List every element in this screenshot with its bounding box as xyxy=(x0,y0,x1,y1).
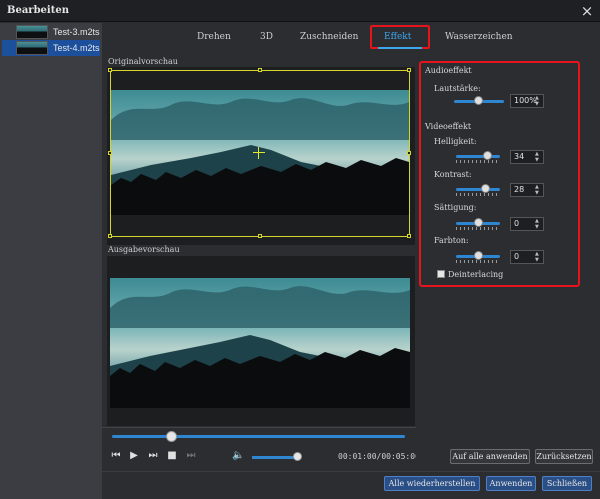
volume-handle[interactable] xyxy=(293,452,302,461)
crop-handle[interactable] xyxy=(407,151,411,155)
contrast-label: Kontrast: xyxy=(434,170,472,179)
video-effect-group: Videoeffekt xyxy=(425,122,472,131)
file-item[interactable]: Test-3.m2ts xyxy=(2,24,100,40)
end-icon[interactable]: ⏭ xyxy=(185,450,197,462)
stop-icon[interactable]: ■ xyxy=(166,450,178,462)
hue-value-spinner[interactable]: 0 ▲ ▼ xyxy=(510,250,544,264)
slider-ticks xyxy=(456,227,500,230)
seek-bar[interactable] xyxy=(112,435,405,438)
saturation-handle[interactable] xyxy=(474,218,483,227)
crop-handle[interactable] xyxy=(258,234,262,238)
slider-ticks xyxy=(456,193,500,196)
output-video-frame xyxy=(110,278,410,408)
original-preview-label: Originalvorschau xyxy=(108,57,178,66)
video-thumbnail xyxy=(16,41,48,55)
brightness-label: Helligkeit: xyxy=(434,137,477,146)
close-icon[interactable]: × xyxy=(578,2,596,20)
timecode: 00:01:00/00:05:00 xyxy=(338,452,420,461)
tab-3d[interactable]: 3D xyxy=(260,32,273,42)
contrast-handle[interactable] xyxy=(481,184,490,193)
video-thumbnail xyxy=(16,25,48,39)
restore-all-button[interactable]: Alle wiederherstellen xyxy=(384,476,480,491)
brightness-value-spinner[interactable]: 34 ▲ ▼ xyxy=(510,150,544,164)
slider-ticks xyxy=(456,160,500,163)
crop-handle[interactable] xyxy=(108,68,112,72)
volume-icon[interactable]: 🔈 xyxy=(232,450,244,462)
title-bar xyxy=(0,0,600,22)
hue-handle[interactable] xyxy=(474,251,483,260)
window-title: Bearbeiten xyxy=(7,5,69,16)
reset-button[interactable]: Zurücksetzen xyxy=(535,449,593,464)
play-icon[interactable]: ▶ xyxy=(128,450,140,462)
tab-bar: Drehen 3D Zuschneiden Effekt Wasserzeich… xyxy=(102,23,600,53)
volume-value-spinner[interactable]: 100% ▲ ▼ xyxy=(510,94,544,108)
crosshair-icon[interactable] xyxy=(253,147,265,159)
volume-effect-handle[interactable] xyxy=(474,96,483,105)
crop-handle[interactable] xyxy=(407,234,411,238)
close-button[interactable]: Schließen xyxy=(542,476,592,491)
file-name: Test-3.m2ts xyxy=(53,27,100,37)
seek-handle[interactable] xyxy=(166,431,177,442)
volume-slider[interactable] xyxy=(252,456,298,459)
hue-label: Farbton: xyxy=(434,236,469,245)
contrast-value-spinner[interactable]: 28 ▲ ▼ xyxy=(510,183,544,197)
slider-ticks xyxy=(456,260,500,263)
crop-handle[interactable] xyxy=(258,68,262,72)
next-icon[interactable]: ⏭ xyxy=(147,450,159,462)
tab-zuschneiden[interactable]: Zuschneiden xyxy=(300,32,358,42)
crop-handle[interactable] xyxy=(108,151,112,155)
output-preview-label: Ausgabevorschau xyxy=(108,245,180,254)
file-list: Test-3.m2ts Test-4.m2ts xyxy=(0,23,102,499)
brightness-slider[interactable] xyxy=(456,155,500,158)
saturation-value-spinner[interactable]: 0 ▲ ▼ xyxy=(510,217,544,231)
contrast-slider[interactable] xyxy=(456,188,500,191)
crop-handle[interactable] xyxy=(108,234,112,238)
crop-handle[interactable] xyxy=(407,68,411,72)
prev-frame-icon[interactable]: ⏮ xyxy=(110,450,122,462)
file-item-selected[interactable]: Test-4.m2ts xyxy=(2,40,100,56)
saturation-label: Sättigung: xyxy=(434,203,477,212)
tab-highlight xyxy=(370,25,430,49)
tab-wasserzeichen[interactable]: Wasserzeichen xyxy=(445,32,513,42)
apply-all-button[interactable]: Auf alle anwenden xyxy=(450,449,530,464)
deinterlacing-label: Deinterlacing xyxy=(448,270,504,279)
audio-effect-group: Audioeffekt xyxy=(425,66,472,75)
file-name: Test-4.m2ts xyxy=(53,43,100,53)
active-tab-underline xyxy=(378,47,422,49)
player-divider xyxy=(102,427,416,428)
deinterlacing-checkbox[interactable] xyxy=(437,270,445,278)
apply-button[interactable]: Anwenden xyxy=(486,476,536,491)
brightness-handle[interactable] xyxy=(483,151,492,160)
volume-label: Lautstärke: xyxy=(434,84,481,93)
tab-drehen[interactable]: Drehen xyxy=(197,32,231,42)
